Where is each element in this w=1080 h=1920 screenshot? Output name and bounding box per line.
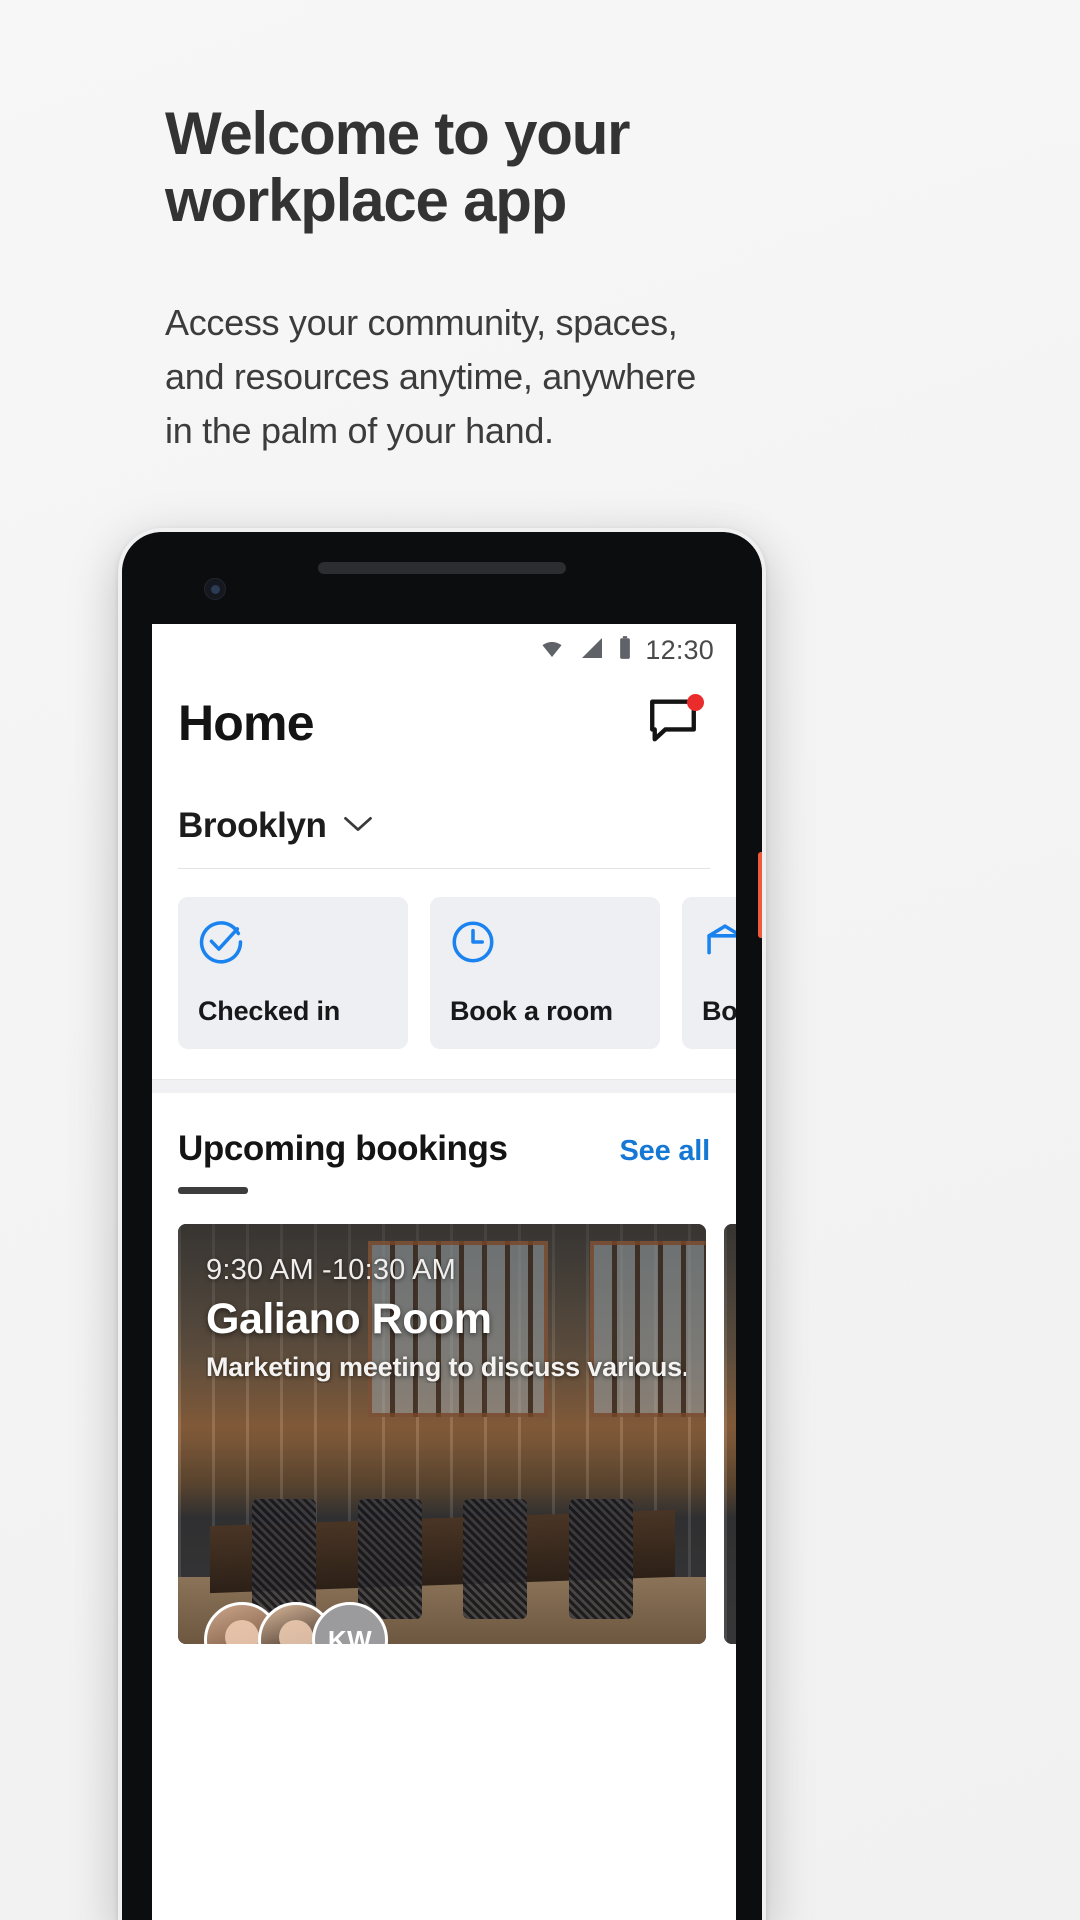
phone-device-mockup: 12:30 Home Brooklyn Checked in Book a ro…: [118, 528, 766, 1920]
phone-screen: 12:30 Home Brooklyn Checked in Book a ro…: [152, 624, 736, 1920]
booking-time: 9:30 AM -10:30 AM: [206, 1254, 457, 1286]
quick-action-label: Book a desk: [702, 996, 736, 1026]
booking-card[interactable]: 9:30 AM -10:30 AM Galiano Room Marketing…: [178, 1224, 706, 1644]
booking-card-text: 9:30 AM -10:30 AM Galiano Room Marketing…: [206, 1254, 686, 1383]
upcoming-bookings-header: Upcoming bookings See all: [152, 1093, 736, 1169]
power-button[interactable]: [758, 852, 762, 938]
bookings-carousel[interactable]: 9:30 AM -10:30 AM Galiano Room Marketing…: [152, 1194, 736, 1644]
unread-badge: [687, 694, 704, 711]
promo-subtitle: Access your community, spaces, and resou…: [165, 296, 805, 458]
quick-action-label: Checked in: [198, 996, 341, 1026]
quick-actions-carousel[interactable]: Checked in Book a room Bo: [152, 869, 736, 1079]
chevron-down-icon: [343, 814, 373, 839]
promo-subtitle-line-3: in the palm of your hand.: [165, 410, 554, 452]
front-camera-icon: [204, 578, 226, 600]
quick-action-book-a-desk[interactable]: Book a desk: [682, 897, 736, 1049]
quick-action-checked-in[interactable]: Checked in: [178, 897, 408, 1049]
avatar-initials[interactable]: KW: [312, 1602, 388, 1644]
screen-title: Home: [178, 695, 315, 751]
quick-action-label: Book a room: [450, 996, 613, 1026]
attendee-avatars[interactable]: KW: [204, 1602, 388, 1644]
see-all-link[interactable]: See all: [620, 1135, 711, 1168]
promo-block: Welcome to your workplace app Access you…: [165, 100, 805, 458]
section-title: Upcoming bookings: [178, 1129, 508, 1168]
promo-subtitle-line-2: and resources anytime, anywhere: [165, 356, 696, 398]
clock-icon: [450, 919, 640, 970]
wifi-icon: [537, 636, 567, 665]
message-bubble-icon: [646, 699, 700, 751]
earpiece-speaker: [318, 562, 566, 574]
photo-chair-decor: [357, 1498, 422, 1619]
section-separator: [152, 1079, 736, 1093]
promo-title-line-2: workplace app: [165, 167, 567, 235]
check-circle-icon: [198, 919, 388, 970]
booking-room-name: Galiano Room: [206, 1295, 492, 1343]
app-bar: Home: [152, 676, 736, 758]
status-bar-time: 12:30: [645, 634, 714, 665]
location-selector[interactable]: Brooklyn: [152, 758, 736, 868]
messages-button[interactable]: [646, 694, 704, 751]
battery-icon: [617, 635, 633, 666]
promo-subtitle-line-1: Access your community, spaces,: [165, 302, 678, 344]
photo-chair-decor: [251, 1498, 316, 1619]
photo-chair-decor: [568, 1498, 633, 1619]
location-name: Brooklyn: [178, 806, 327, 845]
active-tab-indicator: [178, 1187, 248, 1194]
photo-chair-decor: [463, 1498, 528, 1619]
cellular-signal-icon: [579, 636, 605, 665]
booking-photo: [724, 1224, 736, 1644]
status-bar: 12:30: [152, 624, 736, 676]
desk-icon: [702, 919, 736, 970]
quick-action-book-a-room[interactable]: Book a room: [430, 897, 660, 1049]
page-title: Welcome to your workplace app: [165, 100, 805, 234]
booking-card-next[interactable]: [724, 1224, 736, 1644]
booking-description: Marketing meeting to discuss various...: [206, 1352, 686, 1382]
promo-title-line-1: Welcome to your: [165, 100, 631, 167]
